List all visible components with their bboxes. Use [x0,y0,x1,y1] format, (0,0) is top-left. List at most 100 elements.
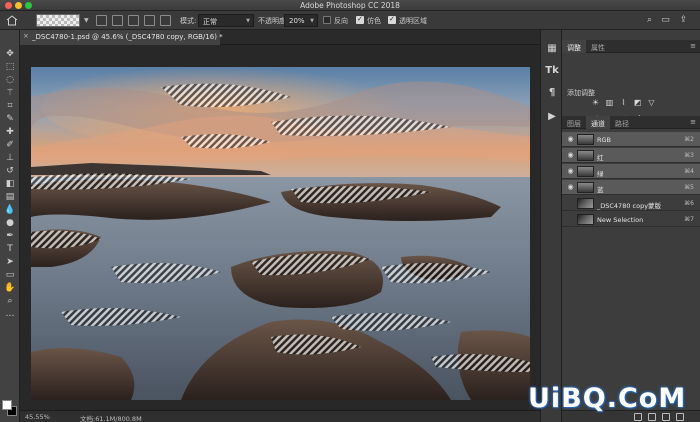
foreground-color-swatch[interactable] [2,400,12,410]
channel-thumbnail [577,134,594,145]
dodge-tool-icon[interactable]: ● [3,217,17,229]
opacity-input[interactable]: 20% ▼ [284,14,318,27]
panel-dock-icons: ▦ Tk ¶ ▶ [540,30,562,422]
tab-channels[interactable]: 通道 [586,116,610,129]
channel-row-new-selection[interactable]: New Selection ⌘7 [562,212,700,227]
marquee-tool-icon[interactable]: ⬚ [3,61,17,73]
eye-icon[interactable]: ◉ [566,167,575,175]
tab-properties[interactable]: 属性 [586,40,610,53]
brush-tool-icon[interactable]: ✐ [3,139,17,151]
paragraph-panel-icon[interactable]: ¶ [545,86,559,100]
dither-checkbox[interactable] [356,15,364,24]
panel-menu-icon[interactable]: ≡ [690,42,696,50]
chevron-down-icon[interactable]: ▼ [84,17,89,24]
path-selection-tool-icon[interactable]: ➤ [3,256,17,268]
image-canvas[interactable] [31,67,530,400]
channel-row-blue[interactable]: ◉ 蓝 ⌘5 [562,180,700,195]
tab-paths[interactable]: 路径 [610,116,634,129]
curves-icon[interactable]: ⌇ [618,98,629,108]
options-bar: ▼ 模式: 正常 ▼ 不透明度: 20% ▼ 反向 仿色 透明区域 ⌕ ▭ ⇪ [0,11,700,30]
channel-shortcut: ⌘6 [684,200,694,207]
channel-name: RGB [597,136,612,144]
reverse-checkbox[interactable] [323,16,331,24]
document-tab[interactable]: × _DSC4780-1.psd @ 45.6% (_DSC4780 copy,… [20,30,223,45]
healing-brush-tool-icon[interactable]: ✚ [3,126,17,138]
eraser-tool-icon[interactable]: ◧ [3,178,17,190]
mode-select[interactable]: 正常 ▼ [198,14,254,27]
channel-name: 蓝 [597,186,604,194]
subtract-selection-button[interactable] [128,15,139,26]
channel-row-rgb[interactable]: ◉ RGB ⌘2 [562,132,700,147]
more-tools-icon[interactable]: … [3,308,17,320]
history-panel-icon[interactable]: ▦ [545,42,559,56]
mode-label: 模式: [180,17,197,25]
transparency-checkbox[interactable] [388,15,396,24]
eye-icon[interactable]: ◉ [566,135,575,143]
channel-name: 红 [597,154,604,162]
gradient-preset-swatch[interactable] [36,14,80,27]
type-tool-icon[interactable]: T [3,243,17,255]
right-panels: 调整 属性 ≡ 添加调整 ☀ ▥ ⌇ ◩ ▽ ▦ ⚖ ◧ ◉ ❖ ▦ ◪ ▨ ◫… [562,30,700,422]
eyedropper-tool-icon[interactable]: ✎ [3,113,17,125]
new-channel-button[interactable] [662,413,670,421]
channel-name: New Selection [597,216,644,224]
share-icon[interactable]: ⇪ [678,15,689,26]
clone-stamp-tool-icon[interactable]: ⊥ [3,152,17,164]
mode-value: 正常 [203,18,217,26]
pen-tool-icon[interactable]: ✒ [3,230,17,242]
add-adjustment-title: 添加调整 [567,89,595,97]
delete-channel-button[interactable] [676,413,684,421]
levels-icon[interactable]: ▥ [604,98,615,108]
chevron-down-icon: ▼ [246,18,250,24]
zoom-tool-icon[interactable]: ⌕ [3,295,17,307]
vibrance-icon[interactable]: ▽ [646,98,657,108]
brightness-contrast-icon[interactable]: ☀ [590,98,601,108]
channel-thumbnail [577,198,594,209]
layers-tab-bar: 图层 通道 路径 ≡ [562,116,700,129]
channel-thumbnail [577,182,594,193]
panel-menu-icon[interactable]: ≡ [690,118,696,126]
intersect-selection-button[interactable] [144,15,155,26]
character-panel-icon[interactable]: Tk [545,64,559,78]
magic-wand-tool-icon[interactable]: ⚚ [3,87,17,99]
tools-panel: ✥ ⬚ ◌ ⚚ ⌗ ✎ ✚ ✐ ⊥ ↺ ◧ ▤ 💧 ● ✒ T ➤ ▭ ✋ ⌕ … [0,30,20,422]
load-channel-selection-button[interactable] [634,413,642,421]
dither-label: 仿色 [367,17,381,25]
channel-shortcut: ⌘2 [684,136,694,143]
move-tool-icon[interactable]: ✥ [3,48,17,60]
new-selection-mode-button[interactable] [96,15,107,26]
shape-tool-icon[interactable]: ▭ [3,269,17,281]
crop-tool-icon[interactable]: ⌗ [3,100,17,112]
diamond-gradient-button[interactable] [160,15,171,26]
close-icon[interactable]: × [23,32,29,40]
home-icon[interactable] [6,15,18,26]
channel-shortcut: ⌘7 [684,216,694,223]
eye-icon[interactable]: ◉ [566,183,575,191]
hand-tool-icon[interactable]: ✋ [3,282,17,294]
exposure-icon[interactable]: ◩ [632,98,643,108]
gradient-tool-icon[interactable]: ▤ [3,191,17,203]
opacity-value: 20% [289,17,305,25]
eye-icon[interactable]: ◉ [566,151,575,159]
document-tab-bar: × _DSC4780-1.psd @ 45.6% (_DSC4780 copy,… [20,30,540,45]
channel-row-red[interactable]: ◉ 红 ⌘3 [562,148,700,163]
seascape-photo [31,67,530,400]
tab-adjustments[interactable]: 调整 [562,40,586,53]
watermark-logo: UiBQ.CoM [528,383,687,414]
channel-thumbnail [577,214,594,225]
play-action-icon[interactable]: ▶ [545,110,559,124]
search-icon[interactable]: ⌕ [644,15,655,26]
channel-shortcut: ⌘5 [684,184,694,191]
channel-row-green[interactable]: ◉ 绿 ⌘4 [562,164,700,179]
history-brush-tool-icon[interactable]: ↺ [3,165,17,177]
channel-shortcut: ⌘3 [684,152,694,159]
zoom-readout[interactable]: 45.55% [25,413,50,421]
channel-row-mask[interactable]: _DSC4780 copy蒙版 ⌘6 [562,196,700,211]
add-to-selection-button[interactable] [112,15,123,26]
channel-name: 绿 [597,170,604,178]
save-selection-channel-button[interactable] [648,413,656,421]
blur-tool-icon[interactable]: 💧 [3,204,17,216]
workspace-icon[interactable]: ▭ [660,15,671,26]
lasso-tool-icon[interactable]: ◌ [3,74,17,86]
tab-layers[interactable]: 图层 [562,116,586,129]
